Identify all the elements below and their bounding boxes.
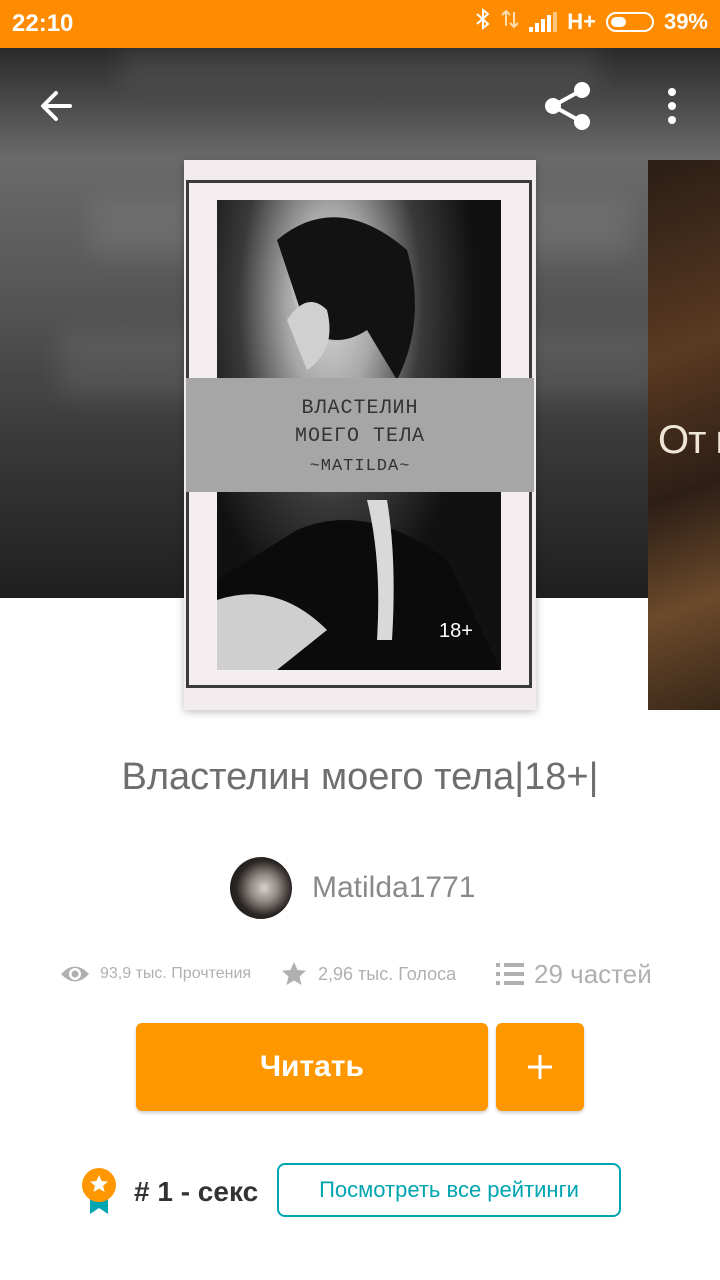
plus-icon xyxy=(528,1055,552,1079)
data-transfer-icon xyxy=(501,8,519,36)
story-title: Властелин моего тела|18+| xyxy=(121,756,599,798)
avatar[interactable] xyxy=(230,857,292,919)
status-time: 22:10 xyxy=(12,10,74,37)
next-story-cover[interactable]: От в xyxy=(648,160,720,710)
list-icon xyxy=(496,963,524,985)
next-cover-text: От в xyxy=(658,418,720,462)
parts-count: 29 частей xyxy=(534,958,652,989)
battery-percent: 39% xyxy=(663,9,708,34)
share-icon xyxy=(545,82,590,130)
story-stats: 93,9 тыс. Прочтения 2,96 тыс. Голоса 29 … xyxy=(60,952,680,996)
view-all-ratings-button[interactable]: Посмотреть все рейтинги xyxy=(277,1163,621,1217)
status-bar: 22:10 H+ 39% xyxy=(0,0,720,48)
story-cover[interactable]: ВЛАСТЕЛИН МОЕГО ТЕЛА ~MATILDA~ 18+ xyxy=(184,160,536,710)
star-icon xyxy=(282,962,306,985)
views-count: 93,9 тыс. Прочтения xyxy=(100,965,252,982)
read-button[interactable]: Читать xyxy=(136,1023,488,1111)
battery-icon xyxy=(605,12,654,32)
back-button[interactable] xyxy=(28,78,84,134)
stat-parts: 29 частей xyxy=(496,952,652,996)
bluetooth-icon xyxy=(475,7,491,36)
arrow-left-icon xyxy=(41,91,72,121)
medal-icon xyxy=(82,1168,116,1214)
cover-author: ~MATILDA~ xyxy=(309,456,411,476)
eye-icon xyxy=(61,966,89,982)
rank-label: # 1 - секс xyxy=(134,1176,259,1207)
cover-title-band: ВЛАСТЕЛИН МОЕГО ТЕЛА ~MATILDA~ xyxy=(186,378,534,492)
cover-title-line2: МОЕГО ТЕЛА xyxy=(294,424,426,448)
more-vertical-icon xyxy=(668,88,676,124)
network-type: H+ xyxy=(567,9,596,34)
more-options-button[interactable] xyxy=(648,78,696,134)
votes-count: 2,96 тыс. Голоса xyxy=(318,963,457,984)
author-name[interactable]: Matilda1771 xyxy=(312,871,475,905)
cover-title-line1: ВЛАСТЕЛИН xyxy=(301,396,419,420)
cover-age-label: 18+ xyxy=(439,620,473,642)
share-button[interactable] xyxy=(538,76,598,136)
stat-votes: 2,96 тыс. Голоса xyxy=(280,952,456,996)
stat-views: 93,9 тыс. Прочтения xyxy=(60,952,251,996)
add-to-library-button[interactable] xyxy=(496,1023,584,1111)
author-link[interactable]: Matilda1771 xyxy=(230,856,475,920)
signal-icon xyxy=(529,12,558,32)
status-icons: H+ 39% xyxy=(475,7,708,36)
